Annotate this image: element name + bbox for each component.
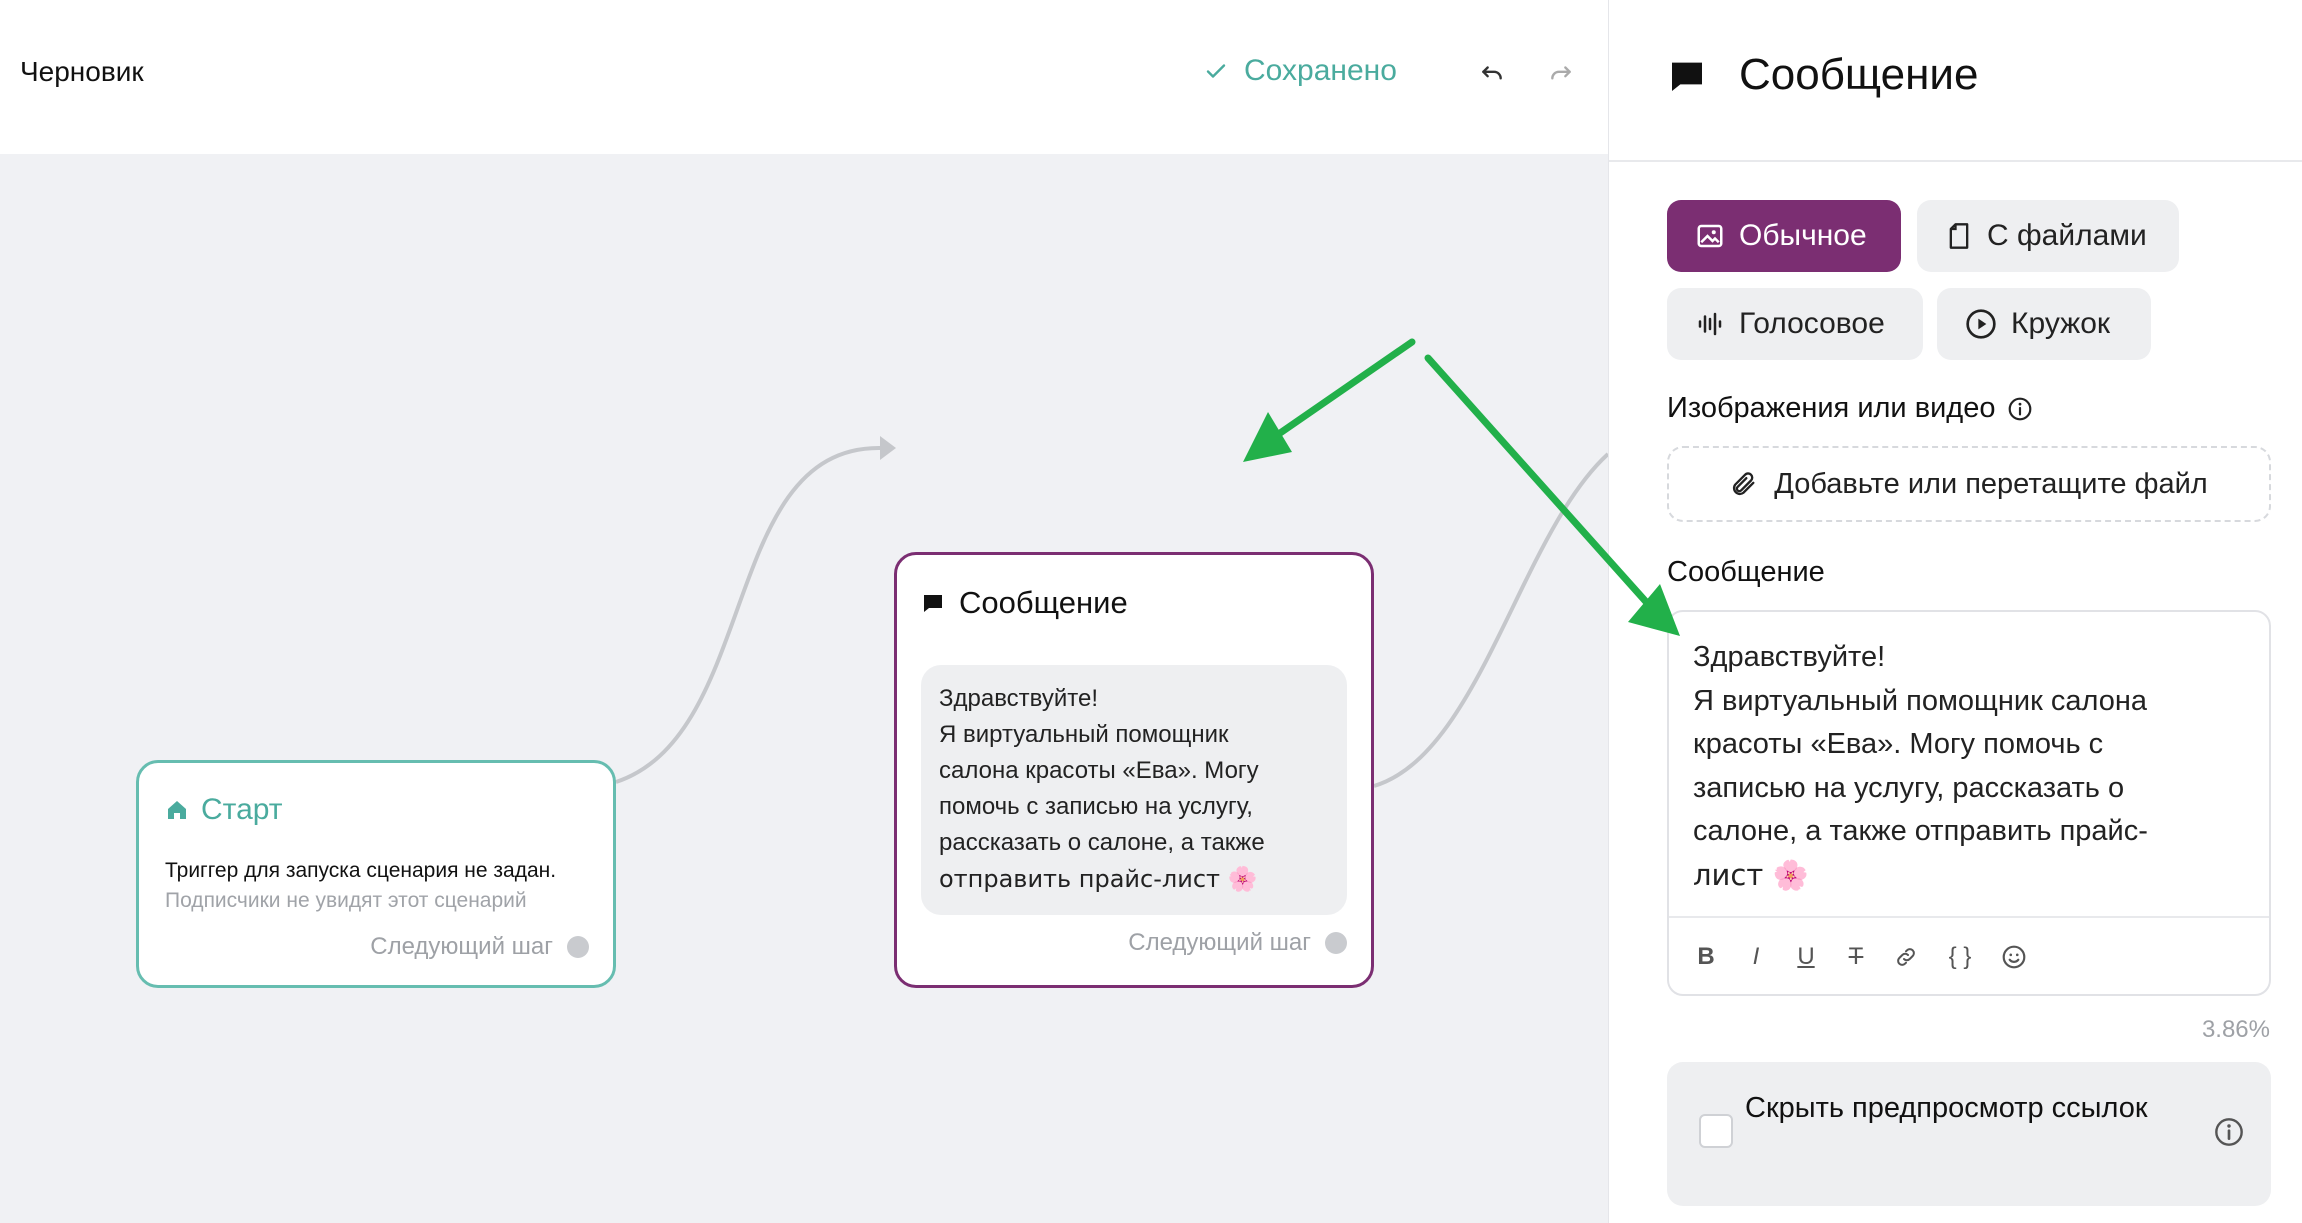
type-video-circle-button[interactable]: Кружок — [1937, 288, 2151, 360]
start-trigger-text: Триггер для запуска сценария не задан. — [165, 859, 557, 882]
editor-line: записью на услугу, рассказать о — [1693, 771, 2125, 804]
bubble-line: рассказать о салоне, а также — [939, 829, 1265, 856]
message-editor[interactable]: Здравствуйте! Я виртуальный помощник сал… — [1667, 610, 2271, 996]
start-node-title: Старт — [201, 793, 283, 826]
message-section-label: Сообщение — [1667, 556, 1825, 589]
file-dropzone[interactable]: Добавьте или перетащите файл — [1667, 446, 2271, 522]
message-label: Сообщение — [1667, 556, 1825, 588]
bubble-line: салона красоты «Ева». Могу — [939, 757, 1259, 784]
type-circle-label: Кружок — [2011, 307, 2111, 340]
bold-button[interactable]: B — [1693, 942, 1719, 972]
soundwave-icon — [1698, 312, 1722, 336]
paperclip-icon — [1733, 472, 1755, 496]
underline-button[interactable]: U — [1793, 942, 1819, 972]
dropzone-label: Добавьте или перетащите файл — [1774, 467, 2208, 500]
image-icon — [1697, 224, 1723, 248]
message-icon — [1672, 62, 1702, 91]
next-step-label: Следующий шаг — [1128, 929, 1311, 956]
editor-line: салоне, а также отправить прайс- — [1693, 815, 2148, 847]
editor-line: Здравствуйте! — [1693, 641, 1886, 673]
next-step-handle[interactable] — [567, 936, 589, 958]
type-files-button[interactable]: С файлами — [1917, 200, 2179, 272]
bold-icon: B — [1697, 943, 1715, 970]
next-step-handle[interactable] — [1325, 932, 1347, 954]
underline-icon: U — [1797, 943, 1815, 970]
panel-title: Сообщение — [1739, 50, 1979, 99]
type-normal-label: Обычное — [1739, 219, 1867, 252]
type-normal-button[interactable]: Обычное — [1667, 200, 1901, 272]
message-textarea[interactable]: Здравствуйте! Я виртуальный помощник сал… — [1693, 636, 2253, 897]
start-node[interactable]: Старт Триггер для запуска сценария не за… — [136, 760, 616, 988]
undo-icon — [1482, 66, 1502, 80]
emoji-button[interactable] — [2001, 942, 2027, 972]
start-node-header: Старт — [165, 793, 283, 827]
italic-icon: I — [1752, 943, 1760, 970]
info-icon[interactable] — [2213, 1116, 2245, 1148]
link-start-to-message — [615, 445, 883, 784]
hide-link-preview-label: Скрыть предпросмотр ссылок — [1745, 1092, 2148, 1124]
bubble-line: Здравствуйте! — [939, 685, 1099, 712]
type-voice-label: Голосовое — [1739, 307, 1885, 340]
media-label: Изображения или видео — [1667, 392, 1996, 424]
message-node-title: Сообщение — [959, 585, 1128, 620]
editor-line: лист 🌸 — [1693, 857, 1809, 892]
flow-canvas[interactable]: Старт Триггер для запуска сценария не за… — [0, 154, 1608, 1223]
link-arrowhead — [880, 436, 896, 460]
link-message-to-next — [1373, 452, 1608, 788]
home-icon — [168, 801, 186, 819]
play-circle-icon — [1966, 309, 1996, 339]
format-toolbar: B I U T { } — [1669, 916, 2269, 996]
bubble-line: помочь с записью на услугу, — [939, 793, 1253, 820]
type-voice-button[interactable]: Голосовое — [1667, 288, 1923, 360]
editor-line: красоты «Ева». Могу помочь с — [1693, 728, 2104, 760]
scenario-status-title: Черновик — [20, 56, 144, 87]
message-length-counter: 3.86% — [2201, 1016, 2270, 1043]
saved-label: Сохранено — [1244, 54, 1397, 87]
message-node-header: Сообщение — [921, 585, 1128, 621]
message-node[interactable]: Сообщение Здравствуйте! Я виртуальный по… — [894, 552, 1374, 988]
hide-link-preview-option[interactable]: Скрыть предпросмотр ссылок — [1667, 1062, 2271, 1206]
strikethrough-icon: T — [1848, 943, 1864, 970]
top-bar: Черновик Сохранено — [0, 0, 1608, 154]
type-files-label: С файлами — [1987, 219, 2147, 252]
redo-icon — [1551, 66, 1571, 80]
hide-link-preview-checkbox[interactable] — [1699, 1114, 1733, 1148]
redo-button[interactable] — [1543, 56, 1579, 92]
code-icon: { } — [1948, 943, 1972, 970]
editor-line: Я виртуальный помощник салона — [1693, 684, 2148, 717]
link-button[interactable] — [1893, 942, 1919, 972]
code-button[interactable]: { } — [1943, 942, 1977, 972]
undo-button[interactable] — [1474, 56, 1510, 92]
next-step-label: Следующий шаг — [370, 933, 553, 960]
strikethrough-button[interactable]: T — [1843, 942, 1869, 972]
bubble-line: отправить прайс-лист 🌸 — [939, 865, 1258, 893]
panel-header: Сообщение — [1609, 0, 2302, 162]
italic-button[interactable]: I — [1743, 942, 1769, 972]
check-icon — [1206, 64, 1226, 78]
file-icon — [1949, 223, 1969, 249]
message-settings-panel: Сообщение Обычное С файлами Голосовое Кр… — [1608, 0, 2302, 1223]
link-icon — [1897, 948, 1915, 966]
media-section-label: Изображения или видео — [1667, 392, 2033, 425]
emoji-icon — [2002, 945, 2026, 969]
bubble-line: Я виртуальный помощник — [939, 721, 1229, 748]
message-next-step: Следующий шаг — [1128, 929, 1347, 957]
saved-indicator: Сохранено — [1204, 54, 1397, 88]
message-icon — [924, 595, 942, 612]
info-icon[interactable] — [2007, 396, 2033, 422]
start-hint-text: Подписчики не увидят этот сценарий — [165, 889, 527, 912]
start-next-step: Следующий шаг — [370, 933, 589, 961]
message-preview-bubble: Здравствуйте! Я виртуальный помощник сал… — [921, 665, 1347, 915]
